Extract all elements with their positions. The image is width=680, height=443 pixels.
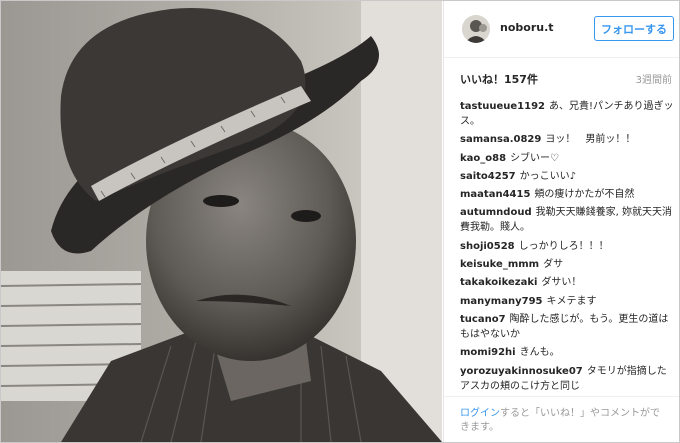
post-time[interactable]: 3週間前: [636, 71, 672, 86]
comment-text: ダサ: [543, 259, 564, 271]
comment-text: シブいー♡: [510, 152, 560, 164]
instagram-post-embed: noboru.t フォローする いいね！157件 3週間前 tastuueue1…: [0, 0, 680, 443]
comment: autumndoud 我勒天天賺錢養家, 妳就天天消費我勒。賤人。: [460, 205, 674, 235]
comment: saito4257 かっこいい♪: [460, 169, 674, 184]
username[interactable]: noboru.t: [500, 21, 554, 34]
comment-text: 頬の痩けかたが不自然: [534, 189, 635, 201]
comment: takakoikezaki ダサい！: [460, 275, 674, 290]
comment-text: かっこいい♪: [519, 170, 577, 182]
comment: samansa.0829 ヨッ！ 男前ッ！！: [460, 132, 674, 147]
comment-list: tastuueue1192 あ、兄貴!パンチあり過ぎッス。 samansa.082…: [460, 99, 674, 397]
comment-username[interactable]: autumndoud: [460, 207, 532, 218]
comment: momi92hi きんも。: [460, 345, 674, 360]
avatar-image: [462, 15, 490, 43]
comment: keisuke_mmm ダサ: [460, 257, 674, 272]
comment-text: ダサい！: [541, 277, 582, 289]
comment: tastuueue1192 あ、兄貴!パンチあり過ぎッス。: [460, 99, 674, 129]
comment-username[interactable]: manymany795: [460, 296, 543, 307]
comment-username[interactable]: maatan4415: [460, 189, 530, 200]
comment-username[interactable]: shoji0528: [460, 241, 515, 252]
post-header: noboru.t フォローする: [444, 1, 679, 58]
comment: yorozuyakinnosuke07 タモリが指摘したアスカの頬のこけ方と同じ: [460, 364, 674, 394]
follow-button[interactable]: フォローする: [594, 16, 674, 41]
comment-username[interactable]: samansa.0829: [460, 134, 541, 145]
comment: tucano7 陶酔した感じが。もう。更生の道はもはやないか: [460, 312, 674, 342]
comment-username[interactable]: momi92hi: [460, 347, 516, 358]
login-prompt-text: ログインすると「いいね！」やコメントができます。: [460, 407, 660, 435]
likes-count[interactable]: いいね！157件: [460, 71, 538, 87]
comment: shoji0528 しっかりしろ！！！: [460, 239, 674, 254]
comment-username[interactable]: keisuke_mmm: [460, 259, 539, 270]
login-prompt: ログインすると「いいね！」やコメントができます。: [444, 396, 679, 442]
comment: manymany795 キメテます: [460, 294, 674, 309]
comment-username[interactable]: kao_o88: [460, 153, 506, 164]
photo-illustration: [1, 1, 442, 442]
comment-text: キメテます: [546, 295, 597, 307]
avatar[interactable]: [462, 15, 490, 43]
comment-username[interactable]: yorozuyakinnosuke07: [460, 366, 583, 377]
comment-text: しっかりしろ！！！: [518, 240, 609, 252]
comment-username[interactable]: takakoikezaki: [460, 277, 537, 288]
comment-text: きんも。: [519, 347, 560, 359]
comment-username[interactable]: tastuueue1192: [460, 101, 545, 112]
login-link[interactable]: ログイン: [460, 408, 500, 419]
comment: maatan4415 頬の痩けかたが不自然: [460, 187, 674, 202]
comment-username[interactable]: tucano7: [460, 314, 506, 325]
comment: kao_o88 シブいー♡: [460, 151, 674, 166]
comment-text: ヨッ！ 男前ッ！！: [545, 134, 636, 146]
post-sidebar: noboru.t フォローする いいね！157件 3週間前 tastuueue1…: [443, 1, 679, 442]
likes-row: いいね！157件 3週間前: [460, 71, 672, 87]
comment-username[interactable]: saito4257: [460, 171, 516, 182]
post-photo[interactable]: [1, 1, 442, 442]
